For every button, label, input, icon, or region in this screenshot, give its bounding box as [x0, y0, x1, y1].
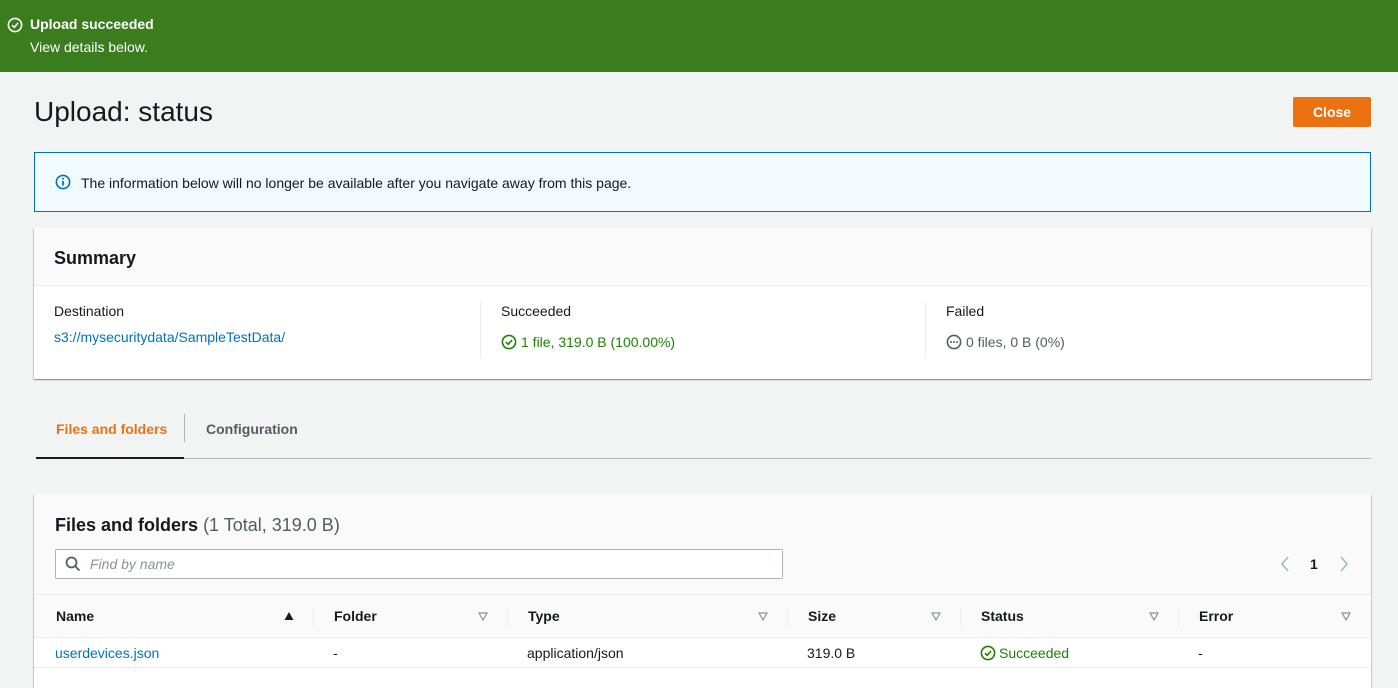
column-header-name[interactable]: Name: [34, 595, 314, 637]
files-header: Files and folders (1 Total, 319.0 B) 1: [34, 494, 1371, 594]
column-header-size[interactable]: Size: [788, 595, 961, 637]
page-title: Upload: status: [34, 96, 213, 127]
cell-error: -: [1198, 645, 1203, 661]
cell-type: application/json: [527, 645, 624, 661]
search-icon: [65, 556, 81, 572]
column-header-label: Type: [528, 608, 560, 624]
sort-unsorted-icon: [758, 612, 768, 621]
search-field[interactable]: [55, 549, 783, 579]
check-circle-icon: [7, 17, 23, 33]
chevron-right-icon[interactable]: [1338, 554, 1350, 574]
chevron-left-icon[interactable]: [1279, 554, 1291, 574]
column-header-label: Name: [56, 608, 95, 624]
succeeded-value: 1 file, 319.0 B (100.00%): [501, 334, 675, 350]
files-count: (1 Total, 319.0 B): [203, 515, 340, 535]
success-check-icon: [501, 334, 517, 350]
cell-folder: -: [333, 645, 338, 661]
info-alert: The information below will no longer be …: [34, 152, 1371, 212]
cell-size: 319.0 B: [807, 645, 856, 661]
cell-status: Succeeded: [980, 645, 1069, 661]
sort-unsorted-icon: [478, 612, 488, 621]
tab-divider: [184, 414, 185, 442]
success-check-icon: [980, 645, 996, 661]
pending-ellipsis-icon: [946, 334, 962, 350]
sort-unsorted-icon: [931, 612, 941, 621]
column-header-status[interactable]: Status: [961, 595, 1179, 637]
flash-title: Upload succeeded: [30, 16, 154, 32]
destination-column: Destination s3://mysecuritydata/SampleTe…: [54, 286, 474, 379]
success-flash-banner: Upload succeeded View details below.: [0, 0, 1398, 72]
column-header-label: Error: [1199, 608, 1234, 624]
column-header-label: Folder: [334, 608, 377, 624]
summary-divider: [925, 302, 926, 358]
column-header-label: Status: [981, 608, 1024, 624]
column-header-type[interactable]: Type: [508, 595, 788, 637]
summary-divider: [480, 302, 481, 358]
tab-bar: Files and folders Configuration: [36, 410, 1371, 459]
summary-panel: Summary Destination s3://mysecuritydata/…: [34, 228, 1371, 379]
files-title: Files and folders (1 Total, 319.0 B): [55, 515, 340, 536]
failed-column: Failed 0 files, 0 B (0%): [946, 286, 1346, 379]
table-header: Name Folder Type Size Status Error: [34, 594, 1371, 638]
page-number[interactable]: 1: [1310, 556, 1318, 572]
succeeded-label: Succeeded: [501, 303, 572, 319]
file-name-link[interactable]: userdevices.json: [55, 645, 159, 661]
column-header-error[interactable]: Error: [1179, 595, 1371, 637]
sort-unsorted-icon: [1341, 612, 1351, 621]
tab-files-and-folders[interactable]: Files and folders: [36, 410, 184, 459]
tab-configuration[interactable]: Configuration: [206, 410, 326, 458]
destination-link[interactable]: s3://mysecuritydata/SampleTestData/: [54, 329, 285, 345]
failed-value: 0 files, 0 B (0%): [946, 334, 1065, 350]
sort-ascending-icon: [284, 612, 294, 620]
column-header-label: Size: [808, 608, 837, 624]
sort-unsorted-icon: [1149, 612, 1159, 621]
files-title-text: Files and folders: [55, 515, 199, 535]
summary-header: Summary: [34, 228, 1371, 286]
summary-title: Summary: [54, 248, 137, 268]
flash-subtitle: View details below.: [30, 39, 149, 55]
succeeded-column: Succeeded 1 file, 319.0 B (100.00%): [501, 286, 921, 379]
info-icon: [55, 174, 71, 190]
table-row: userdevices.json - application/json 319.…: [34, 638, 1371, 668]
failed-label: Failed: [946, 303, 985, 319]
status-text: Succeeded: [999, 645, 1070, 661]
info-text: The information below will no longer be …: [81, 175, 632, 191]
destination-label: Destination: [54, 303, 125, 319]
failed-text: 0 files, 0 B (0%): [966, 334, 1065, 350]
succeeded-text: 1 file, 319.0 B (100.00%): [521, 334, 676, 350]
close-button[interactable]: Close: [1293, 97, 1371, 127]
column-header-folder[interactable]: Folder: [314, 595, 508, 637]
search-input[interactable]: [90, 554, 770, 574]
files-panel: Files and folders (1 Total, 319.0 B) 1 N…: [34, 494, 1371, 688]
